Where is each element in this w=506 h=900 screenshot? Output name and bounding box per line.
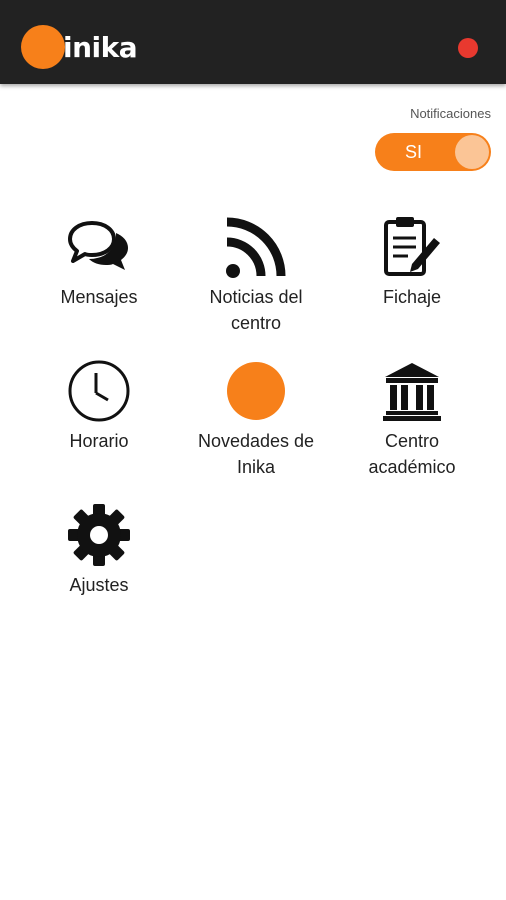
gear-icon (66, 502, 132, 568)
menu-item-fichaje[interactable]: Fichaje (332, 214, 492, 344)
menu-item-horario[interactable]: Horario (19, 358, 179, 488)
menu-item-ajustes[interactable]: Ajustes (19, 502, 179, 632)
app-logo: inika (21, 25, 138, 69)
logo-circle (21, 25, 65, 69)
status-indicator-dot[interactable] (458, 38, 478, 58)
orange-circle-icon (223, 358, 289, 424)
menu-item-mensajes[interactable]: Mensajes (19, 214, 179, 344)
app-bar: inika (0, 0, 506, 84)
toggle-value: SI (405, 142, 423, 162)
notifications-toggle[interactable]: SI (375, 133, 491, 171)
toggle-knob (455, 135, 489, 169)
menu-item-noticias-del-centro[interactable]: Noticias del centro (176, 214, 336, 344)
clock-icon (66, 358, 132, 424)
clipboard-edit-icon (379, 214, 445, 280)
menu-item-label: Fichaje (382, 287, 442, 307)
menu-item-label: Horario (69, 431, 129, 451)
menu-item-label: Ajustes (69, 575, 129, 595)
menu-item-label: Noticias del centro (209, 287, 303, 333)
menu-item-novedades-de-inika[interactable]: Novedades de Inika (176, 358, 336, 488)
menu-item-label: Mensajes (60, 287, 138, 307)
rss-icon (223, 214, 289, 280)
menu-item-label: Novedades de Inika (197, 431, 315, 477)
chat-bubbles-icon (66, 214, 132, 280)
logo-text: inika (63, 30, 138, 64)
notifications-label: Notificaciones (410, 106, 491, 121)
menu-item-centro-academico[interactable]: Centro académico (332, 358, 492, 488)
menu-item-label: Centro académico (368, 431, 456, 477)
institution-icon (379, 358, 445, 424)
